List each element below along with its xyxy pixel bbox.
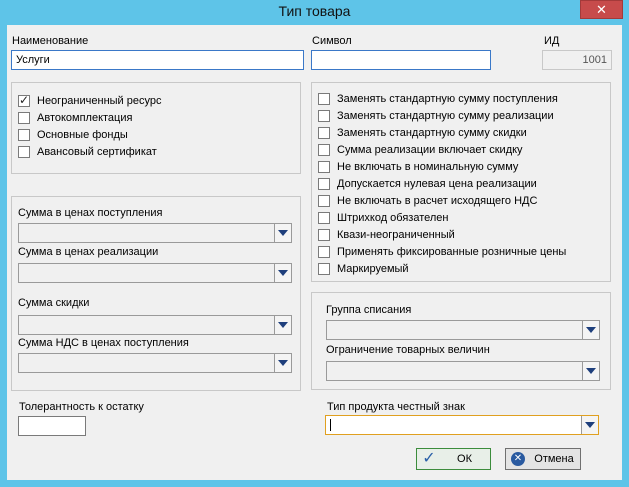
- checkbox-label: Штрихкод обязателен: [337, 212, 449, 224]
- writeoff-group-label: Группа списания: [326, 304, 412, 316]
- checkbox-sale-includes-discount[interactable]: Сумма реализации включает скидку: [318, 143, 523, 157]
- honest-sign-combo[interactable]: [325, 415, 599, 435]
- checkbox-box[interactable]: [18, 129, 30, 141]
- discount-sum-label: Сумма скидки: [18, 297, 90, 309]
- checkbox-autocomplect[interactable]: Автокомплектация: [18, 111, 132, 125]
- checkbox-label: Автокомплектация: [37, 112, 133, 124]
- purchase-sum-label: Сумма в ценах поступления: [18, 207, 163, 219]
- checkbox-box[interactable]: [318, 93, 330, 105]
- writeoff-group-combo[interactable]: [326, 320, 600, 340]
- checkbox-label: Заменять стандартную сумму поступления: [337, 93, 558, 105]
- checkbox-label: Заменять стандартную сумму реализации: [337, 110, 554, 122]
- sums-group: Сумма в ценах поступления Сумма в ценах …: [11, 196, 301, 391]
- window-title: Тип товара: [278, 3, 351, 19]
- checkbox-label: Маркируемый: [337, 263, 409, 275]
- title-bar[interactable]: Тип товара ✕: [0, 0, 629, 25]
- checkbox-label: Неограниченный ресурс: [37, 95, 162, 107]
- close-icon: ✕: [596, 2, 607, 17]
- checkbox-label: Допускается нулевая цена реализации: [337, 178, 537, 190]
- checkbox-box[interactable]: [318, 178, 330, 190]
- checkbox-label: Не включать в номинальную сумму: [337, 161, 519, 173]
- tolerance-input[interactable]: [18, 416, 86, 436]
- sale-sum-label: Сумма в ценах реализации: [18, 246, 159, 258]
- discount-sum-combo[interactable]: [18, 315, 292, 335]
- checkbox-box[interactable]: [318, 161, 330, 173]
- right-options-group: Заменять стандартную сумму поступления З…: [311, 82, 611, 282]
- checkbox-box[interactable]: [318, 212, 330, 224]
- name-input[interactable]: Услуги: [11, 50, 304, 70]
- checkbox-box[interactable]: [318, 195, 330, 207]
- ok-button[interactable]: ✓ ОК: [416, 448, 491, 470]
- checkbox-label: Сумма реализации включает скидку: [337, 144, 523, 156]
- symbol-label: Символ: [312, 35, 352, 47]
- checkbox-replace-discount-sum[interactable]: Заменять стандартную сумму скидки: [318, 126, 527, 140]
- checkbox-label: Применять фиксированные розничные цены: [337, 246, 567, 258]
- check-icon: ✓: [422, 450, 436, 467]
- name-label: Наименование: [12, 35, 89, 47]
- checkbox-box[interactable]: [318, 246, 330, 258]
- checkbox-label: Не включать в расчет исходящего НДС: [337, 195, 538, 207]
- chevron-down-icon[interactable]: [274, 354, 291, 372]
- chevron-down-icon[interactable]: [274, 316, 291, 334]
- checkbox-exclude-nominal[interactable]: Не включать в номинальную сумму: [318, 160, 518, 174]
- checkbox-box[interactable]: [318, 144, 330, 156]
- left-options-group: Неограниченный ресурс Автокомплектация О…: [11, 82, 301, 174]
- chevron-down-icon[interactable]: [582, 362, 599, 380]
- id-label: ИД: [544, 35, 560, 47]
- checkbox-box[interactable]: [18, 93, 30, 107]
- ok-button-label: ОК: [457, 453, 472, 465]
- checkbox-zero-price-allowed[interactable]: Допускается нулевая цена реализации: [318, 177, 537, 191]
- limit-combo[interactable]: [326, 361, 600, 381]
- checkbox-box[interactable]: [18, 146, 30, 158]
- honest-sign-label: Тип продукта честный знак: [327, 401, 465, 413]
- dialog-body: Наименование Услуги Символ ИД 1001 Неогр…: [7, 25, 622, 480]
- checkbox-quasi-unlimited[interactable]: Квази-неограниченный: [318, 228, 455, 242]
- chevron-down-icon[interactable]: [582, 321, 599, 339]
- checkbox-barcode-required[interactable]: Штрихкод обязателен: [318, 211, 449, 225]
- checkbox-label: Основные фонды: [37, 129, 128, 141]
- checkbox-replace-sale-sum[interactable]: Заменять стандартную сумму реализации: [318, 109, 554, 123]
- checkbox-fixed-assets[interactable]: Основные фонды: [18, 128, 128, 142]
- chevron-down-icon[interactable]: [274, 264, 291, 282]
- checkbox-box[interactable]: [318, 127, 330, 139]
- cancel-button[interactable]: ✕ Отмена: [505, 448, 581, 470]
- writeoff-group: Группа списания Ограничение товарных вел…: [311, 292, 611, 390]
- checkbox-replace-purchase-sum[interactable]: Заменять стандартную сумму поступления: [318, 92, 558, 106]
- vat-sum-label: Сумма НДС в ценах поступления: [18, 337, 189, 349]
- checkbox-label: Заменять стандартную сумму скидки: [337, 127, 527, 139]
- text-caret: [330, 419, 331, 431]
- checkbox-advance-certificate[interactable]: Авансовый сертификат: [18, 145, 157, 159]
- cancel-icon: ✕: [508, 450, 528, 468]
- checkbox-box[interactable]: [318, 229, 330, 241]
- chevron-down-icon[interactable]: [581, 416, 598, 434]
- vat-sum-combo[interactable]: [18, 353, 292, 373]
- chevron-down-icon[interactable]: [274, 224, 291, 242]
- checkbox-exclude-vat[interactable]: Не включать в расчет исходящего НДС: [318, 194, 537, 208]
- checkbox-label: Авансовый сертификат: [37, 146, 157, 158]
- limit-label: Ограничение товарных величин: [326, 344, 490, 356]
- purchase-sum-combo[interactable]: [18, 223, 292, 243]
- checkbox-box[interactable]: [18, 112, 30, 124]
- cancel-button-label: Отмена: [534, 453, 574, 465]
- checkbox-unlimited-resource[interactable]: Неограниченный ресурс: [18, 93, 162, 108]
- checkbox-marked[interactable]: Маркируемый: [318, 262, 409, 276]
- checkbox-label: Квази-неограниченный: [337, 229, 455, 241]
- checkbox-box[interactable]: [318, 263, 330, 275]
- dialog-window: Тип товара ✕ Наименование Услуги Символ …: [0, 0, 629, 487]
- checkbox-fixed-retail-prices[interactable]: Применять фиксированные розничные цены: [318, 245, 566, 259]
- close-button[interactable]: ✕: [580, 0, 623, 19]
- id-field: 1001: [542, 50, 612, 70]
- checkbox-box[interactable]: [318, 110, 330, 122]
- tolerance-label: Толерантность к остатку: [19, 401, 144, 413]
- sale-sum-combo[interactable]: [18, 263, 292, 283]
- symbol-input[interactable]: [311, 50, 491, 70]
